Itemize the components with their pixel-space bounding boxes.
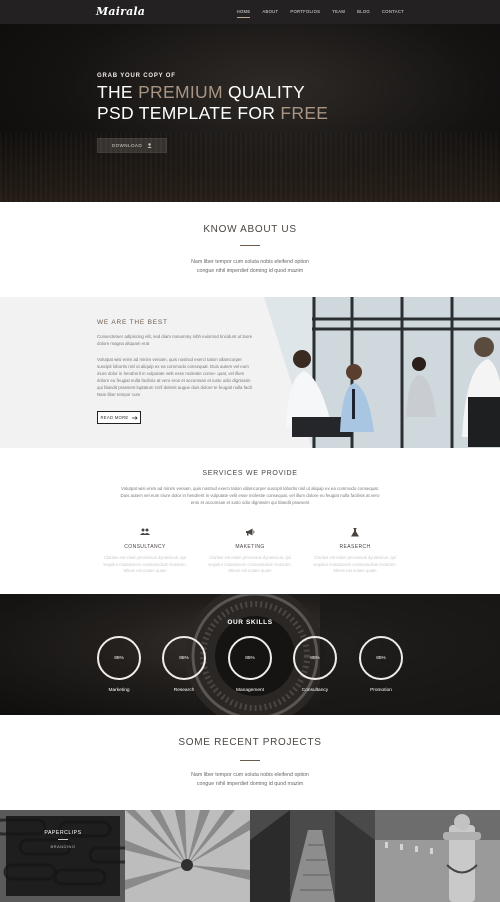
skill-ring: 85% — [228, 636, 272, 680]
we-are-best-section: WE ARE THE BEST Consectetuer adipiscing … — [0, 297, 500, 448]
best-body: Volutpat wisi enim ad minim veniam, quis… — [97, 357, 257, 397]
skills-section: OUR SKILLS 85% Marketing 85% Research 85… — [0, 594, 500, 715]
project-hydrant[interactable] — [375, 810, 500, 902]
project-paperclips[interactable]: PAPERCLIPS BRANDING — [0, 810, 125, 902]
nav-portfolios[interactable]: PORTFOLIOS — [290, 9, 320, 14]
skill-ring: 85% — [359, 636, 403, 680]
know-about-section: KNOW ABOUT US Nam liber tempor cum solut… — [0, 202, 500, 297]
top-navbar: Mairala HOME ABOUT PORTFOLIOS TEAM BLOG … — [0, 0, 500, 24]
services-section: SERVICES WE PROVIDE Volutpat wisi enim a… — [0, 448, 500, 594]
project-title: PAPERCLIPS — [44, 830, 82, 836]
title-divider — [240, 245, 260, 246]
skill-marketing: 85% Marketing — [96, 636, 142, 693]
service-research: REASERCH Claritas est etiam processus dy… — [309, 528, 401, 575]
recent-projects-title: SOME RECENT PROJECTS — [178, 737, 322, 748]
know-about-text: Nam liber tempor cum soluta nobis eleife… — [191, 259, 309, 274]
service-name: CONSULTANCY — [124, 544, 166, 550]
best-intro: Consectetuer adipiscing elit, sed diam n… — [97, 334, 256, 346]
services-intro: Volutpat wisi enim ad minim veniam, quis… — [120, 486, 380, 506]
hero-pretitle: GRAB YOUR COPY OF — [97, 73, 176, 79]
recent-projects-text: Nam liber tempor cum soluta nobis eleife… — [191, 772, 309, 787]
read-more-button[interactable]: READ MORE — [97, 411, 141, 424]
skill-ring: 85% — [162, 636, 206, 680]
skills-title: OUR SKILLS — [227, 619, 273, 626]
hydrant-photo — [375, 810, 500, 902]
service-description: Claritas est etiam processus dynamicus, … — [313, 555, 397, 574]
pencils-photo — [125, 810, 250, 902]
service-description: Claritas est etiam processus dynamicus, … — [208, 555, 292, 574]
skill-management: 85% Management — [227, 636, 273, 693]
project-pencils[interactable] — [125, 810, 250, 902]
download-button[interactable]: DOWNLOAD — [97, 138, 167, 153]
service-description: Claritas est etiam processus dynamicus, … — [103, 555, 187, 574]
skill-ring: 85% — [97, 636, 141, 680]
nav-about[interactable]: ABOUT — [262, 9, 278, 14]
main-menu: HOME ABOUT PORTFOLIOS TEAM BLOG CONTACT — [236, 9, 404, 18]
skill-promotion: 85% Promotion — [358, 636, 404, 693]
skill-research: 85% Research — [161, 636, 207, 693]
service-name: MAKETING — [235, 544, 265, 550]
service-name: REASERCH — [339, 544, 371, 550]
projects-grid: PAPERCLIPS BRANDING — [0, 810, 500, 902]
megaphone-icon — [246, 528, 255, 536]
hero-heading-line2: PSD TEMPLATE FOR FREE — [97, 103, 329, 123]
hero-banner: GRAB YOUR COPY OF THE PREMIUM QUALITY PS… — [0, 24, 500, 202]
arrow-right-icon — [131, 415, 138, 420]
hero-heading-line1: THE PREMIUM QUALITY — [97, 82, 305, 102]
nav-home[interactable]: HOME — [236, 9, 251, 18]
project-overlay: PAPERCLIPS BRANDING — [6, 816, 120, 896]
boardwalk-photo — [250, 810, 375, 902]
skill-consultancy: 85% Consultancy — [292, 636, 338, 693]
service-consultancy: CONSULTANCY Claritas est etiam processus… — [99, 528, 191, 575]
service-marketing: MAKETING Claritas est etiam processus dy… — [204, 528, 296, 575]
business-meeting-photo — [252, 297, 500, 448]
people-icon — [140, 528, 150, 535]
services-title: SERVICES WE PROVIDE — [202, 470, 298, 477]
skill-ring: 85% — [293, 636, 337, 680]
nav-team[interactable]: TEAM — [332, 9, 345, 14]
project-boardwalk[interactable] — [250, 810, 375, 902]
know-about-title: KNOW ABOUT US — [203, 224, 297, 235]
project-category: BRANDING — [50, 844, 76, 849]
recent-projects-section: SOME RECENT PROJECTS Nam liber tempor cu… — [0, 715, 500, 810]
best-title: WE ARE THE BEST — [97, 319, 168, 326]
flask-icon — [351, 528, 359, 537]
site-logo[interactable]: Mairala — [96, 5, 145, 18]
project-divider — [58, 839, 68, 840]
title-divider — [240, 760, 260, 761]
nav-blog[interactable]: BLOG — [357, 9, 370, 14]
nav-contact[interactable]: CONTACT — [382, 9, 404, 14]
person-icon — [147, 143, 152, 148]
